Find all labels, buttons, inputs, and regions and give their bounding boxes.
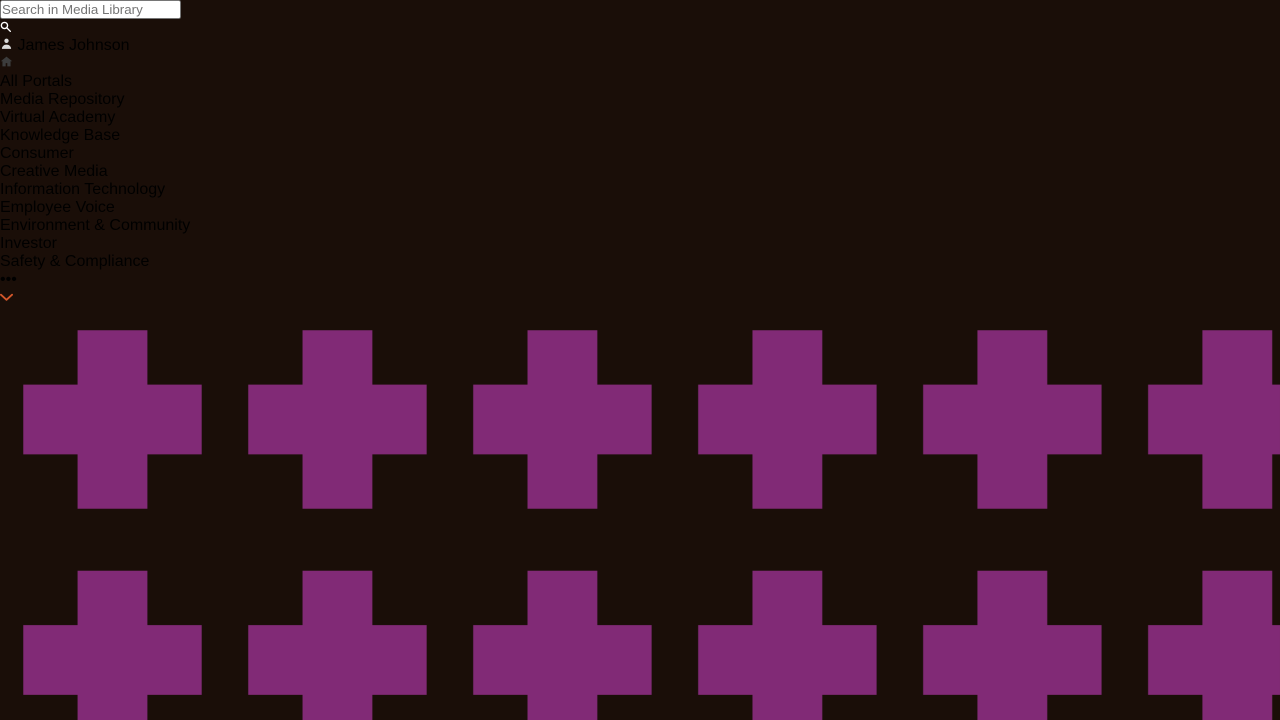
page-background-image [0,0,1280,720]
